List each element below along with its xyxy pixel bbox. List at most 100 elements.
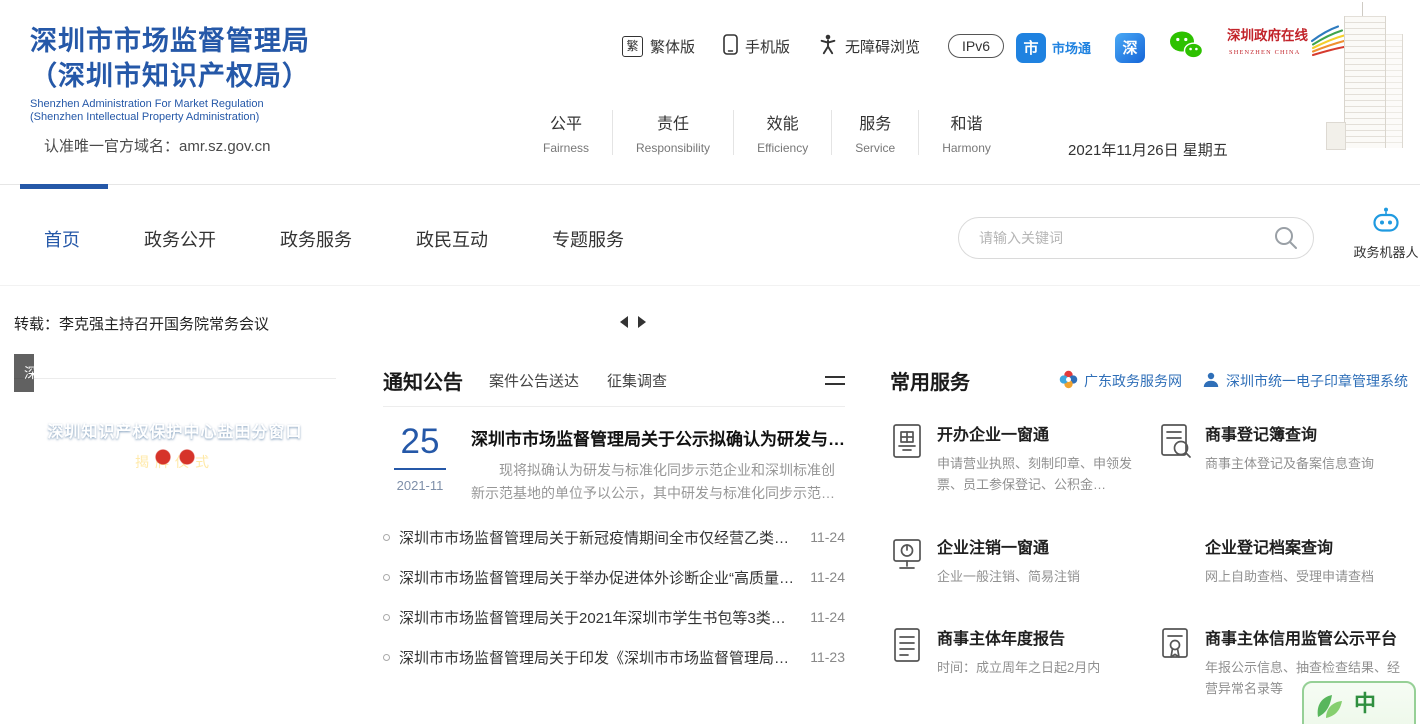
accessibility-link[interactable]: 无障碍浏览 (818, 34, 920, 59)
featured-day: 25 (383, 423, 457, 461)
gd-gov-service-link[interactable]: 广东政务服务网 (1059, 370, 1182, 392)
gov-robot-label: 政务机器人 (1350, 242, 1420, 261)
current-date: 2021年11月26日 星期五 (1068, 139, 1228, 160)
eseal-system-link[interactable]: 深圳市统一电子印章管理系统 (1202, 371, 1408, 391)
archive-query-icon (1158, 534, 1192, 588)
tab-case-announcements[interactable]: 案件公告送达 (489, 370, 579, 391)
traditional-version-link[interactable]: 繁 繁体版 (622, 36, 695, 57)
ipv6-badge[interactable]: IPv6 (948, 34, 1004, 58)
shen-i-app-link[interactable]: 深 (1115, 33, 1145, 63)
notice-date: 11-24 (810, 529, 845, 545)
service-header-links: 广东政务服务网 深圳市统一电子印章管理系统 (1059, 370, 1408, 392)
gd-gov-service-label: 广东政务服务网 (1084, 371, 1182, 391)
nav-home[interactable]: 首页 (44, 226, 80, 252)
traditional-version-label: 繁体版 (650, 36, 695, 57)
service-item-deregistration[interactable]: 企业注销一窗通 企业一般注销、简易注销 (890, 534, 1158, 588)
active-tab-indicator (20, 184, 108, 189)
widget-label: 中 (1354, 689, 1376, 719)
official-domain-note: 认准唯一官方域名：amr.sz.gov.cn (30, 135, 310, 156)
news-ticker: 转载：李克强主持召开国务院常务会议 (0, 300, 1420, 344)
nav-special-topics[interactable]: 专题服务 (552, 226, 624, 252)
service-desc: 网上自助查档、受理申请查档 (1205, 567, 1374, 588)
nav-gov-services[interactable]: 政务服务 (280, 226, 352, 252)
shen-i-app-icon: 深 (1115, 33, 1145, 63)
leaf-icon (1312, 689, 1346, 724)
notice-list-item[interactable]: 深圳市市场监督管理局关于2021年深圳市学生书包等3类产… 11-24 (383, 597, 845, 637)
credit-badge-icon (1158, 625, 1192, 700)
more-icon[interactable] (825, 367, 845, 394)
banner-title: 深圳知识产权保护中心盐田分窗口 (14, 418, 336, 442)
service-title[interactable]: 企业注销一窗通 (937, 534, 1080, 558)
gov-robot-link[interactable]: 政务机器人 (1350, 207, 1420, 261)
carousel-controls (620, 316, 646, 328)
notice-link[interactable]: 深圳市市场监督管理局关于新冠疫情期间全市仅经营乙类非… (399, 527, 796, 548)
notice-list-item[interactable]: 深圳市市场监督管理局关于举办促进体外诊断企业“高质量… 11-24 (383, 557, 845, 597)
gov-online-en-text: SHENZHEN CHINA (1229, 49, 1301, 56)
core-values: 公平Fairness 责任Responsibility 效能Efficiency… (520, 110, 1014, 155)
company-setup-icon (890, 421, 924, 496)
service-item-company-setup[interactable]: 开办企业一窗通 申请营业执照、刻制印章、申领发票、员工参保登记、公积金… (890, 421, 1158, 496)
wechat-link[interactable] (1169, 30, 1203, 65)
accessibility-icon (818, 34, 838, 59)
market-app-link[interactable]: 市 市场通 (1016, 33, 1091, 63)
notice-link[interactable]: 深圳市市场监督管理局关于2021年深圳市学生书包等3类产… (399, 607, 796, 628)
bullet-icon (383, 614, 390, 621)
market-app-icon: 市 (1016, 33, 1046, 63)
service-title[interactable]: 商事主体年度报告 (937, 625, 1100, 649)
search-box[interactable] (958, 217, 1314, 259)
prev-arrow-icon[interactable] (620, 316, 628, 328)
ticker-headline[interactable]: 转载：李克强主持召开国务院常务会议 (14, 313, 269, 334)
person-icon (1202, 371, 1220, 391)
services-section: 常用服务 广东政务服务网 深圳市统一电子印章管理系统 开办企业一窗通 申请营业执… (890, 366, 1408, 700)
value-harmony: 和谐Harmony (918, 110, 1014, 155)
service-item-registry-query[interactable]: 商事登记簿查询 商事主体登记及备案信息查询 (1158, 421, 1408, 496)
service-item-annual-report[interactable]: 商事主体年度报告 时间：成立周年之日起2月内 (890, 625, 1158, 700)
carousel-photo-2[interactable]: 深圳知识产权保护中心盐田分窗口 揭牌仪式 (14, 418, 336, 472)
value-responsibility: 责任Responsibility (612, 110, 733, 155)
annual-report-icon (890, 625, 924, 700)
floating-green-widget[interactable]: 中 (1302, 681, 1416, 724)
featured-notice-title[interactable]: 深圳市市场监督管理局关于公示拟确认为研发与标… (471, 425, 845, 450)
main-nav-bar: 首页 政务公开 政务服务 政民互动 专题服务 政务机器人 (0, 184, 1420, 286)
search-input[interactable] (977, 229, 1273, 247)
search-icon[interactable] (1273, 225, 1299, 251)
building-illustration (1316, 2, 1418, 154)
service-title[interactable]: 企业登记档案查询 (1205, 534, 1374, 558)
bullet-icon (383, 574, 390, 581)
org-name-line2: （深圳市知识产权局） (30, 59, 310, 94)
value-efficiency: 效能Efficiency (733, 110, 831, 155)
org-name-en: Shenzhen Administration For Market Regul… (30, 98, 310, 124)
service-title[interactable]: 开办企业一窗通 (937, 421, 1135, 445)
site-logo[interactable]: 深圳市市场监督管理局 （深圳市知识产权局） Shenzhen Administr… (30, 24, 310, 156)
mobile-icon (723, 34, 738, 59)
services-title[interactable]: 常用服务 (890, 366, 970, 395)
page: 深圳市市场监督管理局 （深圳市知识产权局） Shenzhen Administr… (0, 0, 1420, 724)
notice-list: 深圳市市场监督管理局关于新冠疫情期间全市仅经营乙类非… 11-24 深圳市市场监… (383, 517, 845, 677)
service-title[interactable]: 商事主体信用监管公示平台 (1205, 625, 1403, 649)
photo-carousel: 深圳市市场监督管理局召开干部大会学习贯彻党的十… 深圳知识产权保护中心盐田分窗口… (14, 378, 336, 472)
notices-title[interactable]: 通知公告 (383, 366, 463, 395)
date-divider (394, 468, 446, 470)
service-item-archive-query[interactable]: 企业登记档案查询 网上自助查档、受理申请查档 (1158, 534, 1408, 588)
tab-surveys[interactable]: 征集调查 (607, 370, 667, 391)
notice-list-item[interactable]: 深圳市市场监督管理局关于印发《深圳市市场监督管理局商… 11-23 (383, 637, 845, 677)
featured-date-box: 25 2021-11 (383, 423, 457, 505)
mobile-version-label: 手机版 (745, 36, 790, 57)
org-en-line1: Shenzhen Administration For Market Regul… (30, 98, 310, 111)
notice-link[interactable]: 深圳市市场监督管理局关于印发《深圳市市场监督管理局商… (399, 647, 796, 668)
wechat-icon (1169, 30, 1203, 65)
featured-month: 2021-11 (383, 478, 457, 493)
service-title[interactable]: 商事登记簿查询 (1205, 421, 1374, 445)
notice-link[interactable]: 深圳市市场监督管理局关于举办促进体外诊断企业“高质量… (399, 567, 796, 588)
registry-search-icon (1158, 421, 1192, 496)
next-arrow-icon[interactable] (638, 316, 646, 328)
notice-date: 11-24 (810, 569, 845, 585)
accessibility-label: 无障碍浏览 (845, 36, 920, 57)
nav-public-interaction[interactable]: 政民互动 (416, 226, 488, 252)
service-desc: 时间：成立周年之日起2月内 (937, 658, 1100, 679)
featured-notice[interactable]: 25 2021-11 深圳市市场监督管理局关于公示拟确认为研发与标… 现将拟确认… (383, 423, 845, 505)
mobile-version-link[interactable]: 手机版 (723, 34, 790, 59)
nav-gov-disclosure[interactable]: 政务公开 (144, 226, 216, 252)
service-desc: 申请营业执照、刻制印章、申领发票、员工参保登记、公积金… (937, 454, 1135, 496)
notice-list-item[interactable]: 深圳市市场监督管理局关于新冠疫情期间全市仅经营乙类非… 11-24 (383, 517, 845, 557)
